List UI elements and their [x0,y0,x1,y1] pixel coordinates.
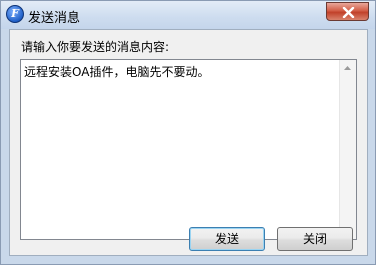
close-x-icon [342,7,355,18]
window-title: 发送消息 [28,11,81,26]
title-bar[interactable]: F 发送消息 [1,1,375,29]
send-button[interactable]: 发送 [189,227,265,251]
close-button[interactable]: 关闭 [277,227,353,251]
scroll-up-button[interactable] [340,60,356,77]
window-close-button[interactable] [326,2,369,21]
vertical-scrollbar[interactable] [339,60,356,239]
message-textarea[interactable]: 远程安装OA插件，电脑先不要动。 [20,59,357,240]
message-text[interactable]: 远程安装OA插件，电脑先不要动。 [24,63,209,80]
dialog-window: F 发送消息 请输入你要发送的消息内容: 远程安装OA插件，电脑先不要动。 发送… [0,0,376,265]
message-prompt-label: 请输入你要发送的消息内容: [21,40,170,54]
app-logo-icon: F [6,5,24,23]
triangle-up-icon [344,66,351,70]
dialog-body: 请输入你要发送的消息内容: 远程安装OA插件，电脑先不要动。 发送 关闭 [9,29,368,256]
